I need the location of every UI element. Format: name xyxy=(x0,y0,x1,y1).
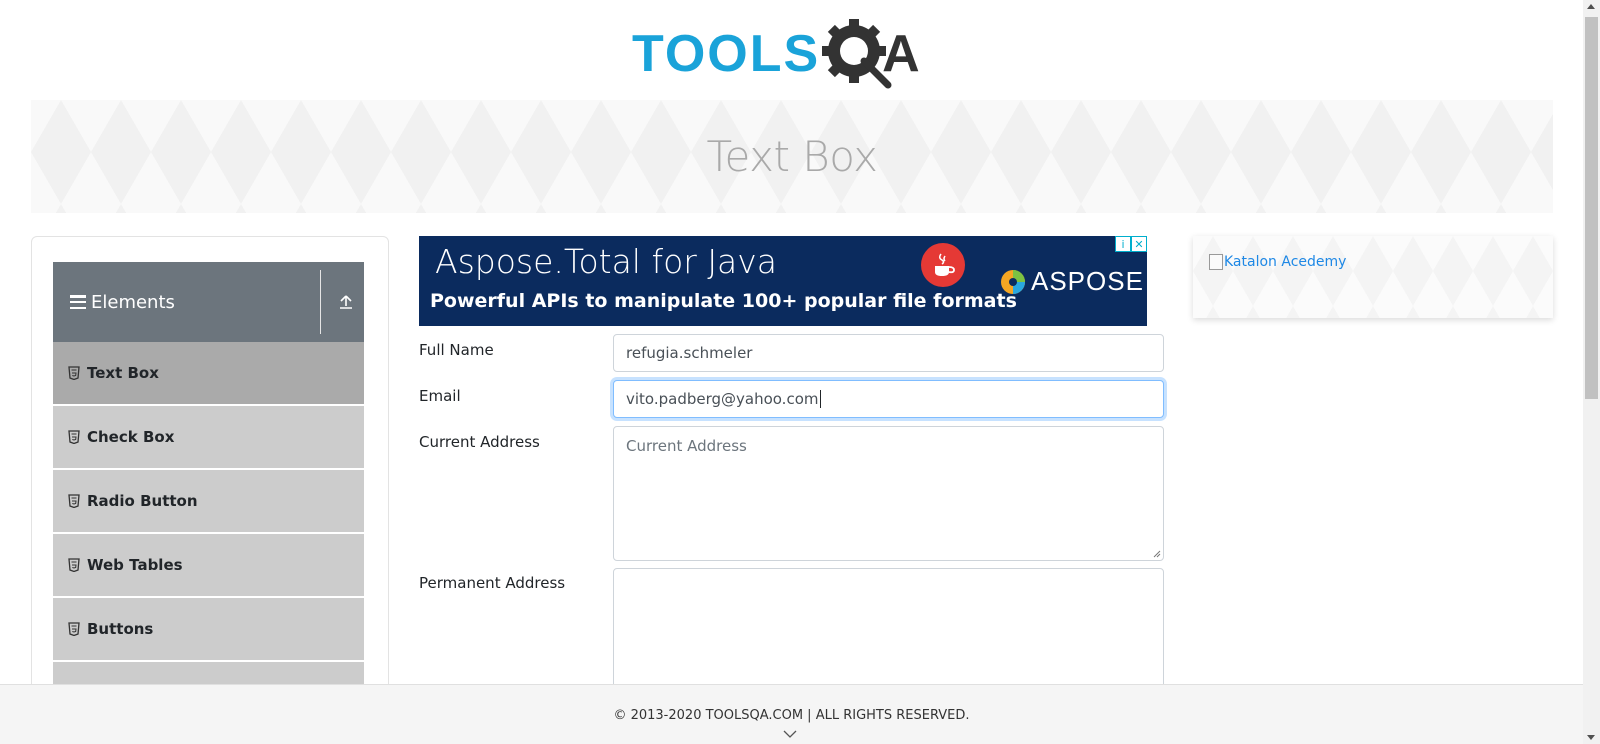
resize-handle-icon[interactable] xyxy=(1151,548,1161,558)
java-icon xyxy=(921,243,965,287)
chevron-down-icon[interactable] xyxy=(783,729,797,739)
sidebar-item-label: Check Box xyxy=(87,428,175,446)
sidebar-item-web-tables[interactable]: Web Tables xyxy=(53,534,364,598)
full-name-input[interactable]: refugia.schmeler xyxy=(613,334,1164,372)
page-title: Text Box xyxy=(706,132,878,181)
copyright-text: © 2013-2020 TOOLSQA.COM | ALL RIGHTS RES… xyxy=(613,708,970,723)
ad-brand: ASPOSE xyxy=(1031,266,1144,296)
scrollbar-thumb[interactable] xyxy=(1585,17,1598,399)
permanent-address-textarea[interactable] xyxy=(613,568,1164,693)
aspose-brand: ASPOSE xyxy=(999,266,1144,297)
sidebar-item-label: Buttons xyxy=(87,620,154,638)
ad-choices[interactable]: i ✕ xyxy=(1115,236,1147,252)
katalon-ad[interactable]: Katalon Acedemy xyxy=(1193,236,1553,318)
html5-icon xyxy=(68,430,80,444)
sidebar-item-text-box[interactable]: Text Box xyxy=(53,342,364,406)
ad-title: Aspose.Total for Java xyxy=(435,242,778,281)
close-icon[interactable]: ✕ xyxy=(1131,236,1147,252)
sidebar: Elements Text Box Check Box Radio Button… xyxy=(31,236,389,726)
email-value: vito.padberg@yahoo.com xyxy=(626,390,819,408)
vertical-scrollbar[interactable] xyxy=(1583,0,1600,744)
scroll-down-arrow-icon[interactable] xyxy=(1587,735,1595,740)
current-address-label: Current Address xyxy=(419,433,540,451)
text-caret xyxy=(819,390,821,408)
page-banner: Text Box xyxy=(31,100,1553,213)
sidebar-item-label: Radio Button xyxy=(87,492,198,510)
divider xyxy=(320,270,321,334)
html5-icon xyxy=(68,494,80,508)
sidebar-item-label: Text Box xyxy=(87,364,159,382)
email-label: Email xyxy=(419,387,461,405)
email-input[interactable]: vito.padberg@yahoo.com xyxy=(613,380,1164,418)
hamburger-icon xyxy=(70,295,86,309)
logo-text: TOOLS xyxy=(632,25,821,83)
ad-subtitle: Powerful APIs to manipulate 100+ popular… xyxy=(430,290,1017,312)
toolsqa-logo[interactable]: TOOLS A xyxy=(632,14,920,94)
sidebar-item-buttons[interactable]: Buttons xyxy=(53,598,364,662)
footer: © 2013-2020 TOOLSQA.COM | ALL RIGHTS RES… xyxy=(0,684,1583,744)
broken-image-icon xyxy=(1209,254,1223,270)
katalon-ad-alt: Katalon Acedemy xyxy=(1224,254,1347,270)
scroll-up-arrow-icon[interactable] xyxy=(1587,4,1595,9)
full-name-label: Full Name xyxy=(419,341,494,359)
aspose-ad[interactable]: Aspose.Total for Java Powerful APIs to m… xyxy=(419,236,1147,326)
current-address-placeholder: Current Address xyxy=(626,437,747,455)
current-address-textarea[interactable]: Current Address xyxy=(613,426,1164,561)
sidebar-menu: Text Box Check Box Radio Button Web Tabl… xyxy=(53,342,364,726)
permanent-address-label: Permanent Address xyxy=(419,574,566,592)
sidebar-group-title: Elements xyxy=(91,291,175,313)
logo-text-suffix: A xyxy=(882,25,920,83)
sidebar-item-label: Web Tables xyxy=(87,556,183,574)
aspose-logo-icon xyxy=(1001,269,1025,294)
katalon-ad-link[interactable]: Katalon Acedemy xyxy=(1209,254,1346,270)
info-icon[interactable]: i xyxy=(1115,236,1131,252)
html5-icon xyxy=(68,558,80,572)
upload-arrow-icon[interactable] xyxy=(338,294,354,310)
sidebar-group-header-elements[interactable]: Elements xyxy=(53,262,364,342)
html5-icon xyxy=(68,622,80,636)
sidebar-item-check-box[interactable]: Check Box xyxy=(53,406,364,470)
html5-icon xyxy=(68,366,80,380)
full-name-value: refugia.schmeler xyxy=(626,344,753,362)
sidebar-item-radio-button[interactable]: Radio Button xyxy=(53,470,364,534)
